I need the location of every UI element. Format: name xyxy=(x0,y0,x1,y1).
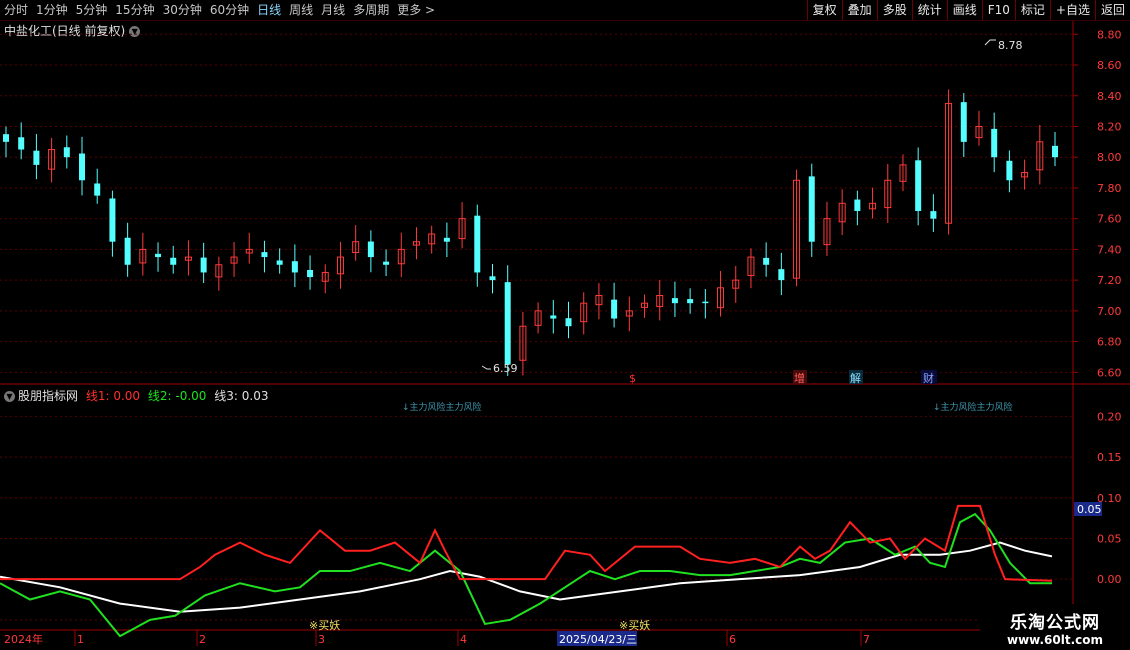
high-pointer xyxy=(984,39,996,46)
candle-body xyxy=(1052,145,1058,158)
candle-body xyxy=(18,137,25,150)
indicator-tick-label: 0.20 xyxy=(1097,410,1122,423)
candle-body xyxy=(124,237,131,265)
date-label: 2 xyxy=(199,633,206,646)
candle-body xyxy=(200,257,207,273)
price-tick-label: 8.20 xyxy=(1097,120,1122,133)
date-label: 2025/04/23/三 xyxy=(559,633,637,646)
candle-body xyxy=(611,299,618,319)
price-tick-label: 7.60 xyxy=(1097,213,1122,226)
indicator-name: 股朋指标网 xyxy=(18,389,79,403)
price-tick-label: 8.40 xyxy=(1097,90,1122,103)
candle-body xyxy=(915,160,922,211)
date-label: 6 xyxy=(729,633,736,646)
candle-body xyxy=(991,128,998,158)
candle-body xyxy=(276,260,283,265)
event-marker-finance[interactable]: 财 xyxy=(923,371,934,385)
candle-body xyxy=(763,257,770,265)
date-axis: 2024年 1 2 3 4 2025/04/23/三 6 7 xyxy=(4,630,870,646)
candle-body xyxy=(1006,160,1013,181)
line2-value: 线2: -0.00 xyxy=(147,389,207,403)
watermark-url: www.60lt.com xyxy=(1006,633,1104,647)
price-grid xyxy=(0,33,1073,373)
watermark-title: 乐淘公式网 xyxy=(1010,613,1100,633)
buy-signal: ※买妖 xyxy=(619,618,650,632)
indicator-line1 xyxy=(0,504,1053,582)
indicator-tick-label: 0.15 xyxy=(1097,451,1122,464)
candle-body xyxy=(671,298,678,304)
candlestick-series xyxy=(3,89,1058,376)
candle-body xyxy=(155,253,162,258)
price-tick-label: 6.60 xyxy=(1097,366,1122,379)
candle-body xyxy=(808,176,815,242)
candle-body xyxy=(79,153,86,181)
low-label: 6.59 xyxy=(493,362,518,375)
price-tick-label: 7.40 xyxy=(1097,243,1122,256)
candle-body xyxy=(504,282,511,365)
candle-body xyxy=(33,150,40,165)
candle-body xyxy=(3,134,9,142)
line1-value: 线1: 0.00 xyxy=(85,389,141,403)
price-axis: 8.80 8.60 8.40 8.20 8.00 7.80 7.60 7.40 7.20 7.00… xyxy=(1073,28,1122,379)
candle-body xyxy=(474,215,481,273)
price-tick-label: 6.80 xyxy=(1097,336,1122,349)
candle-body xyxy=(778,269,785,281)
event-marker-unlock[interactable]: 解 xyxy=(850,371,861,385)
candle-body xyxy=(960,102,967,142)
candle-body xyxy=(854,199,861,211)
price-tick-label: 7.00 xyxy=(1097,305,1122,318)
candle-body xyxy=(170,257,177,265)
event-marker-dividend[interactable]: $ xyxy=(629,372,636,385)
indicator-grid xyxy=(0,415,1073,621)
candle-body xyxy=(930,211,937,219)
candle-body xyxy=(94,183,101,196)
chevron-down-icon[interactable]: ▼ xyxy=(4,391,15,402)
price-tick-label: 7.20 xyxy=(1097,274,1122,287)
candle-body xyxy=(489,276,496,281)
candle-body xyxy=(687,299,694,304)
candle-body xyxy=(109,198,116,242)
indicator-axis: 0.200.150.100.050.00-0.05 xyxy=(1097,410,1125,626)
candle-body xyxy=(565,318,572,327)
indicator-line2 xyxy=(0,512,1052,638)
date-label: 2024年 xyxy=(4,632,43,646)
event-marker-increase[interactable]: 增 xyxy=(794,371,805,385)
candle-body xyxy=(307,270,314,278)
date-label: 3 xyxy=(318,633,325,646)
candle-body xyxy=(291,261,298,273)
price-tick-label: 8.00 xyxy=(1097,151,1122,164)
candle-body xyxy=(367,241,374,258)
indicator-tick-label: 0.00 xyxy=(1097,573,1122,586)
indicator-marker-text: ↓主力风险主力风险 xyxy=(933,401,1013,413)
line3-value: 线3: 0.03 xyxy=(214,389,269,403)
indicator-tick-label: 0.05 xyxy=(1097,532,1122,545)
date-label: 1 xyxy=(77,633,84,646)
date-label: 7 xyxy=(863,633,870,646)
indicator-title-row: ▼ 股朋指标网 线1: 0.00 线2: -0.00 线3: 0.03 xyxy=(4,387,268,404)
chart-canvas: 8.80 8.60 8.40 8.20 8.00 7.80 7.60 7.40 7.20 7.00… xyxy=(0,21,1130,646)
price-tick-label: 8.80 xyxy=(1097,28,1122,41)
watermark-logo: 乐淘公式网 www.60lt.com xyxy=(980,604,1130,650)
price-tick-label: 7.80 xyxy=(1097,182,1122,195)
buy-signal: ※买妖 xyxy=(309,618,340,632)
candle-body xyxy=(702,301,709,304)
indicator-line3 xyxy=(0,541,1053,613)
candle-body xyxy=(443,237,450,242)
price-tick-label: 8.60 xyxy=(1097,59,1122,72)
candle-body xyxy=(550,315,557,319)
current-value: 0.05 xyxy=(1077,503,1102,516)
candle-body xyxy=(63,147,70,158)
candle-body xyxy=(383,261,390,265)
indicator-marker-text: ↓主力风险主力风险 xyxy=(402,401,482,413)
date-label: 4 xyxy=(460,633,467,646)
high-label: 8.78 xyxy=(998,39,1023,52)
low-pointer xyxy=(481,365,491,370)
candle-body xyxy=(261,252,268,258)
